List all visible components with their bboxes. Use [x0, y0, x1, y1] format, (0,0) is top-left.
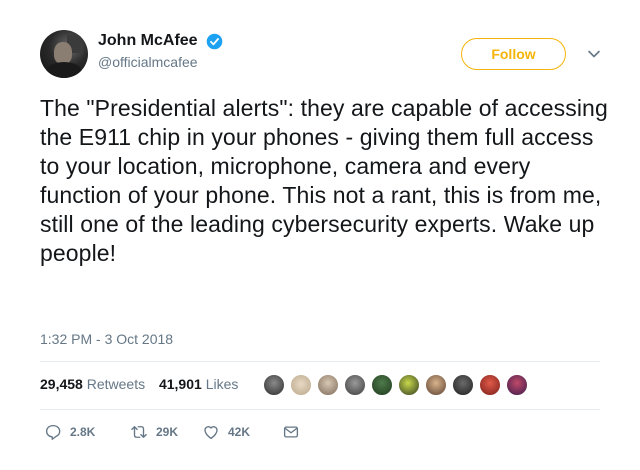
liker-avatar[interactable]: [370, 373, 394, 397]
heart-icon: [204, 426, 218, 440]
liker-avatar[interactable]: [316, 373, 340, 397]
verified-badge-icon: [206, 33, 223, 49]
display-name[interactable]: John McAfee: [98, 32, 198, 50]
liker-avatar[interactable]: [289, 373, 313, 397]
retweet-icon: [131, 426, 147, 438]
liker-avatar[interactable]: [478, 373, 502, 397]
reply-count: 2.8K: [70, 425, 96, 439]
liker-avatar[interactable]: [343, 373, 367, 397]
tweet-header: John McAfee @officialmcafee Follow: [40, 30, 610, 80]
retweets-stat[interactable]: 29,458 Retweets: [40, 376, 145, 392]
tweet-timestamp[interactable]: 1:32 PM - 3 Oct 2018: [40, 331, 173, 347]
avatar-face: [54, 42, 72, 64]
liker-avatar[interactable]: [451, 373, 475, 397]
likes-label: Likes: [205, 376, 239, 392]
liker-avatar[interactable]: [397, 373, 421, 397]
reply-icon: [45, 424, 61, 440]
user-names: John McAfee @officialmcafee: [98, 32, 223, 70]
dm-action[interactable]: [282, 422, 300, 442]
envelope-icon: [283, 426, 299, 438]
likes-stat[interactable]: 41,901 Likes: [159, 376, 238, 392]
tweet-text: The "Presidential alerts": they are capa…: [40, 95, 608, 266]
tweet-stats: 29,458 Retweets 41,901 Likes: [40, 376, 248, 392]
like-action[interactable]: 42K: [202, 422, 250, 442]
liker-avatar[interactable]: [424, 373, 448, 397]
retweet-count: 29K: [156, 425, 179, 439]
retweet-action[interactable]: 29K: [130, 422, 178, 442]
retweets-label: Retweets: [86, 376, 146, 392]
follow-button[interactable]: Follow: [461, 38, 566, 70]
user-handle[interactable]: @officialmcafee: [98, 54, 223, 70]
liker-avatar[interactable]: [262, 373, 286, 397]
retweets-count: 29,458: [40, 376, 83, 392]
reply-action[interactable]: 2.8K: [44, 422, 95, 442]
liker-avatar[interactable]: [505, 373, 529, 397]
divider: [40, 409, 600, 410]
avatar-body: [46, 62, 82, 78]
likes-count: 41,901: [158, 376, 202, 392]
divider: [40, 361, 600, 362]
like-count: 42K: [228, 425, 251, 439]
chevron-down-icon[interactable]: [587, 47, 601, 61]
avatar[interactable]: [40, 30, 88, 78]
